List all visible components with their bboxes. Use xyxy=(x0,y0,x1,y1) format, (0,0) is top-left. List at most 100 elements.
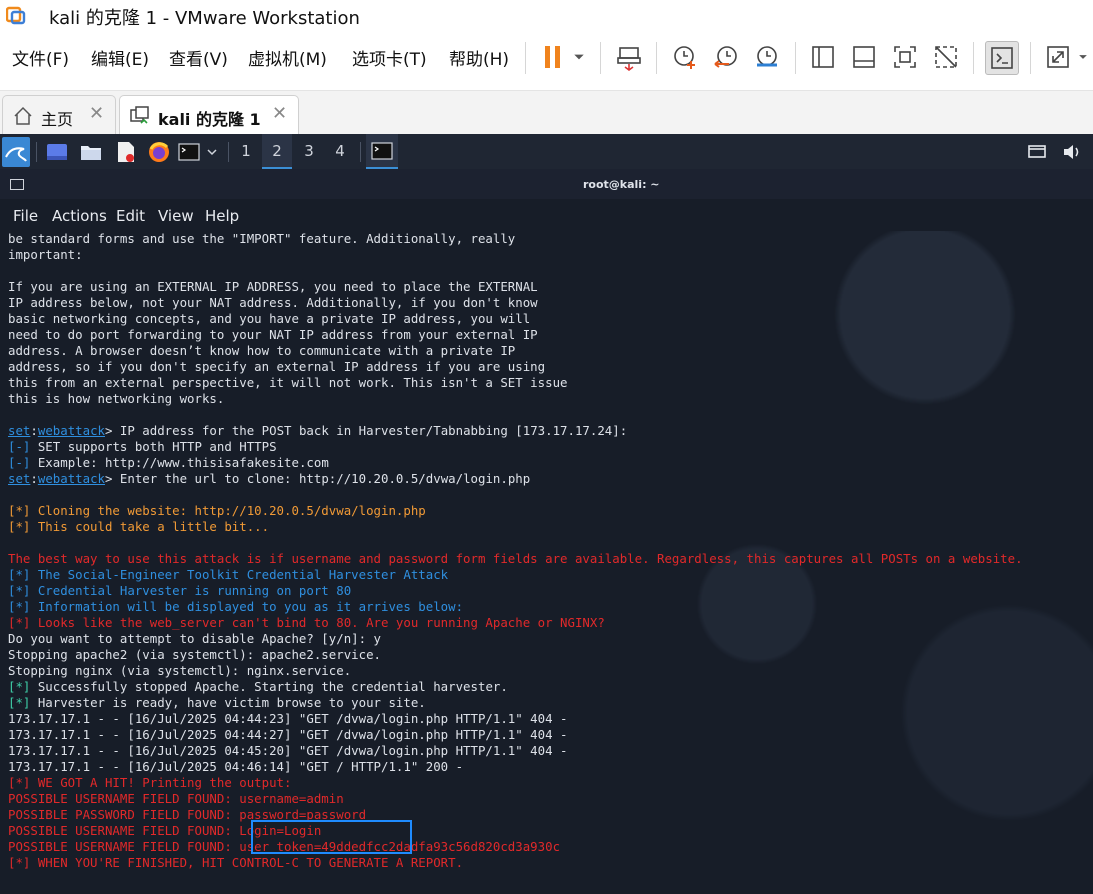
snapshot-icon xyxy=(674,46,695,69)
menu-edit[interactable]: 编辑(E) xyxy=(91,45,149,70)
terminal-text-segment: [*] Credential Harvester is running on p… xyxy=(8,583,352,598)
tab-home[interactable]: 主页 ✕ xyxy=(2,95,116,134)
terminal-launcher-button[interactable] xyxy=(177,140,201,164)
show-desktop-button[interactable] xyxy=(45,140,69,164)
workspace-1[interactable]: 1 xyxy=(231,134,261,169)
terminal-icon xyxy=(10,179,24,190)
terminal-line: Stopping apache2 (via systemctl): apache… xyxy=(8,647,1093,663)
unity-button[interactable] xyxy=(930,41,962,73)
fullscreen-button[interactable] xyxy=(889,41,921,73)
take-snapshot-button[interactable] xyxy=(668,41,700,73)
terminal-text-segment: Successfully stopped Apache. Starting th… xyxy=(30,679,508,694)
terminal-line: [*] Credential Harvester is running on p… xyxy=(8,583,1093,599)
sidebar-icon xyxy=(812,46,834,68)
workspace-4[interactable]: 4 xyxy=(325,134,355,169)
kali-menu-button[interactable] xyxy=(2,137,30,167)
terminal-line: important: xyxy=(8,247,1093,263)
terminal-line: [-] SET supports both HTTP and HTTPS xyxy=(8,439,1093,455)
terminal-line: address, so if you don't specify an exte… xyxy=(8,359,1093,375)
thumbnail-bar-button[interactable] xyxy=(848,41,880,73)
tab-vm-label: kali 的克隆 1 xyxy=(158,110,261,129)
terminal-line: set:webattack> IP address for the POST b… xyxy=(8,423,1093,439)
terminal-text-segment: : xyxy=(30,471,38,486)
terminal-line: set:webattack> Enter the url to clone: h… xyxy=(8,471,1093,487)
terminal-text-segment: POSSIBLE USERNAME FIELD FOUND: username=… xyxy=(8,791,344,806)
firefox-icon xyxy=(149,142,169,162)
toolbar-divider xyxy=(973,42,974,74)
text-editor-icon xyxy=(118,142,134,162)
menu-file[interactable]: 文件(F) xyxy=(12,45,69,70)
terminal-text-segment: need to do port forwarding to your NAT I… xyxy=(8,327,538,342)
terminal-text-segment: address, so if you don't specify an exte… xyxy=(8,359,546,374)
workspace-2[interactable]: 2 xyxy=(262,134,292,169)
power-dropdown[interactable] xyxy=(568,41,590,73)
menu-vm[interactable]: 虚拟机(M) xyxy=(248,45,327,70)
window-title: kali 的克隆 1 - VMware Workstation xyxy=(49,8,360,29)
volume-button[interactable] xyxy=(1060,140,1084,164)
chevron-down-icon xyxy=(207,149,217,156)
tab-vm[interactable]: kali 的克隆 1 ✕ xyxy=(119,95,299,134)
snapshot-manager-button[interactable] xyxy=(751,41,783,73)
terminal-text-segment: 173.17.17.1 - - [16/Jul/2025 04:44:23] "… xyxy=(8,711,568,726)
terminal-line: POSSIBLE USERNAME FIELD FOUND: Login=Log… xyxy=(8,823,1093,839)
terminal-menu-help[interactable]: Help xyxy=(205,207,239,225)
stretch-dropdown[interactable] xyxy=(1074,41,1092,73)
terminal-menu-file[interactable]: File xyxy=(13,207,38,225)
terminal-text-segment: set xyxy=(8,471,31,486)
terminal-text-segment: IP address below, not your NAT address. … xyxy=(8,295,538,310)
terminal-text-segment: > Enter the url to clone: http://10.20.0… xyxy=(105,471,531,486)
credential-highlight-box xyxy=(251,820,412,854)
toolbar-divider xyxy=(525,42,526,74)
terminal-line: Do you want to attempt to disable Apache… xyxy=(8,631,1093,647)
terminal-line: The best way to use this attack is if us… xyxy=(8,551,1093,567)
close-icon[interactable]: ✕ xyxy=(89,105,104,123)
terminal-window[interactable]: root@kali: ~ File Actions Edit View Help… xyxy=(0,169,1093,894)
file-manager-button[interactable] xyxy=(79,140,103,164)
menu-help[interactable]: 帮助(H) xyxy=(449,45,509,70)
show-library-button[interactable] xyxy=(807,41,839,73)
revert-snapshot-button[interactable] xyxy=(710,41,742,73)
terminal-text-segment: this is how networking works. xyxy=(8,391,225,406)
terminal-text-segment: [*] WHEN YOU'RE FINISHED, HIT CONTROL-C … xyxy=(8,855,464,870)
terminal-output[interactable]: be standard forms and use the "IMPORT" f… xyxy=(8,231,1093,871)
taskbar-terminal-window[interactable] xyxy=(366,134,398,169)
tab-bar: 主页 ✕ kali 的克隆 1 ✕ xyxy=(0,90,1093,135)
terminal-line: [-] Example: http://www.thisisafakesite.… xyxy=(8,455,1093,471)
volume-icon xyxy=(1064,145,1079,159)
terminal-line: POSSIBLE USERNAME FIELD FOUND: username=… xyxy=(8,791,1093,807)
home-icon xyxy=(14,106,32,125)
panel-divider xyxy=(360,142,361,162)
text-editor-button[interactable] xyxy=(114,140,138,164)
terminal-text-segment: If you are using an EXTERNAL IP ADDRESS,… xyxy=(8,279,538,294)
terminal-icon xyxy=(178,143,200,161)
terminal-line: basic networking concepts, and you have … xyxy=(8,311,1093,327)
terminal-text-segment: The best way to use this attack is if us… xyxy=(8,551,1023,566)
terminal-text-segment: 173.17.17.1 - - [16/Jul/2025 04:46:14] "… xyxy=(8,759,464,774)
terminal-menu-edit[interactable]: Edit xyxy=(116,207,145,225)
chevron-down-icon xyxy=(1079,55,1087,59)
pause-button[interactable] xyxy=(537,41,569,73)
send-ctrl-alt-del-button[interactable] xyxy=(613,41,645,73)
menu-tabs[interactable]: 选项卡(T) xyxy=(352,45,427,70)
terminal-menu-actions[interactable]: Actions xyxy=(52,207,107,225)
vmware-app-icon xyxy=(6,6,26,25)
console-view-button[interactable] xyxy=(985,41,1019,75)
workspace-3[interactable]: 3 xyxy=(294,134,324,169)
terminal-line: [*] WHEN YOU'RE FINISHED, HIT CONTROL-C … xyxy=(8,855,1093,871)
folder-icon xyxy=(81,146,101,160)
terminal-text-segment: SET supports both HTTP and HTTPS xyxy=(30,439,277,454)
menu-view[interactable]: 查看(V) xyxy=(169,45,228,70)
terminal-text-segment: [-] xyxy=(8,455,31,470)
close-icon[interactable]: ✕ xyxy=(272,105,287,123)
terminal-menu-view[interactable]: View xyxy=(158,207,194,225)
screen-button[interactable] xyxy=(1025,140,1049,164)
terminal-text-segment: [*] This could take a little bit... xyxy=(8,519,270,534)
terminal-text-segment: webattack xyxy=(37,471,105,486)
terminal-launcher-dropdown[interactable] xyxy=(204,140,220,164)
firefox-button[interactable] xyxy=(147,140,171,164)
vm-display[interactable]: 1 2 3 4 root@kali: ~ File Actions Edit V… xyxy=(0,134,1093,894)
send-ctrl-alt-del-icon xyxy=(617,47,641,71)
stretch-button[interactable] xyxy=(1042,41,1074,73)
